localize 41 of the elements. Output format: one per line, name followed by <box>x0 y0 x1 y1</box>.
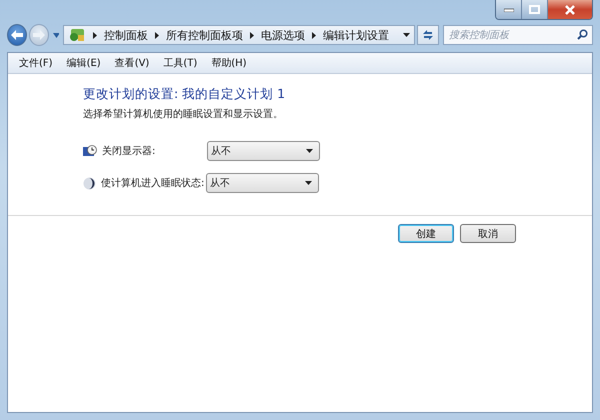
setting-label: 关闭显示器: <box>102 144 156 158</box>
menu-item[interactable]: 帮助(H) <box>204 56 254 70</box>
minimize-button[interactable] <box>496 0 522 19</box>
arrow-right-icon <box>32 29 46 41</box>
back-button[interactable] <box>7 24 27 46</box>
menu-item[interactable]: 查看(V) <box>108 56 156 70</box>
create-button[interactable]: 创建 <box>398 224 454 243</box>
control-panel-icon <box>68 27 86 43</box>
page-heading: 更改计划的设置: 我的自定义计划 1 <box>83 86 286 103</box>
close-icon <box>564 4 576 14</box>
menu-item[interactable]: 工具(T) <box>156 56 204 70</box>
dropdown-arrow-icon <box>305 181 312 185</box>
breadcrumb[interactable]: 编辑计划设置 <box>323 28 390 42</box>
minimize-icon <box>504 8 514 12</box>
moon-icon <box>83 176 96 190</box>
search-field[interactable]: 搜索控制面板 <box>443 25 593 45</box>
breadcrumb[interactable]: 控制面板 <box>104 28 148 42</box>
dropdown[interactable]: 从不 <box>207 141 320 161</box>
dropdown-arrow-icon <box>306 149 313 153</box>
address-bar[interactable]: 控制面板 所有控制面板项 电源选项 编辑计划设置 <box>63 25 416 45</box>
description-text: 选择希望计算机使用的睡眠设置和显示设置。 <box>83 108 284 121</box>
maximize-icon <box>529 5 540 14</box>
chevron-icon <box>250 32 254 38</box>
close-button[interactable] <box>548 0 592 19</box>
dropdown[interactable]: 从不 <box>206 173 319 193</box>
refresh-icon <box>421 29 436 41</box>
chevron-icon <box>155 32 160 38</box>
monitor-clock-icon <box>83 144 97 158</box>
menu-item[interactable]: 编辑(E) <box>60 56 108 70</box>
menu-item[interactable]: 文件(F) <box>12 56 60 70</box>
breadcrumb[interactable]: 电源选项 <box>261 28 306 42</box>
arrow-left-icon <box>10 29 24 41</box>
cancel-button[interactable]: 取消 <box>460 224 516 243</box>
maximize-button[interactable] <box>522 0 548 19</box>
breadcrumb[interactable]: 所有控制面板项 <box>166 28 244 42</box>
search-icon[interactable] <box>577 29 588 40</box>
refresh-button[interactable] <box>417 25 439 45</box>
setting-label: 使计算机进入睡眠状态: <box>101 176 206 190</box>
chevron-icon <box>312 32 316 38</box>
dropdown-icon[interactable] <box>403 33 410 37</box>
chevron-icon <box>93 32 98 38</box>
